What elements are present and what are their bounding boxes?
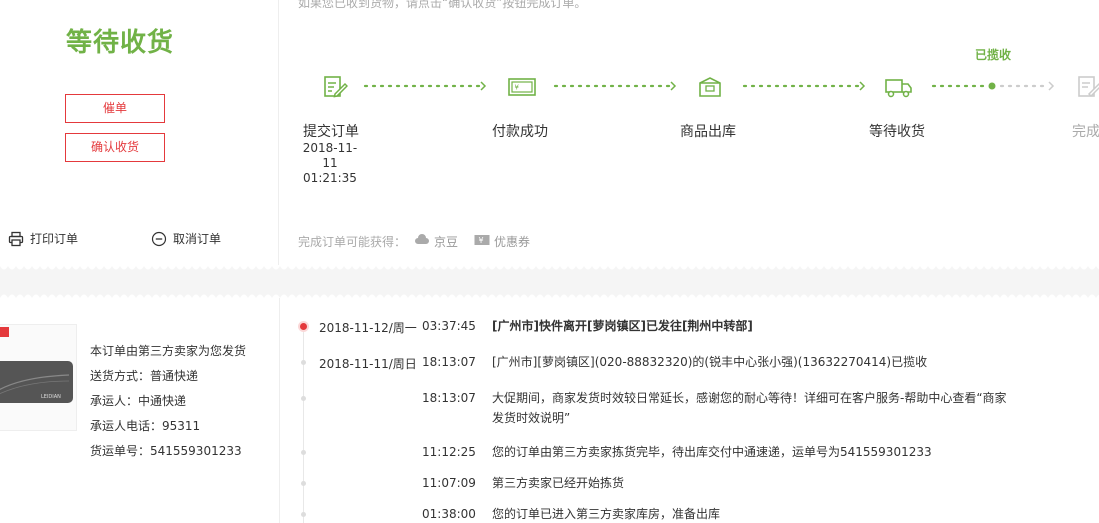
tracking-message: 您的订单由第三方卖家拣货完毕，待出库交付中通速递，运单号为54155930123… bbox=[492, 445, 932, 459]
shipping-method: 送货方式：普通快递 bbox=[90, 369, 199, 383]
progress-connector-2 bbox=[553, 79, 679, 93]
cloud-coin-icon bbox=[414, 234, 430, 249]
cancel-order-link[interactable]: 取消订单 bbox=[151, 230, 221, 247]
tracking-message: [广州市][萝岗镇区](020-88832320)的(锐丰中心张小强)(1363… bbox=[492, 355, 928, 369]
svg-text:¥: ¥ bbox=[515, 84, 520, 92]
delivery-truck-icon bbox=[884, 74, 914, 100]
tracking-time: 18:13:07 bbox=[422, 391, 476, 405]
shipping-info: 本订单由第三方卖家为您发货 送货方式：普通快递 承运人：中通快递 承运人电话：9… bbox=[90, 339, 246, 464]
collected-badge: 已揽收 bbox=[975, 48, 1012, 62]
benefit-row: 完成订单可能获得： 京豆 ¥ 优惠券 bbox=[298, 233, 530, 250]
package-box-icon bbox=[697, 74, 723, 100]
product-thumbnail[interactable]: LEIDIAN bbox=[0, 324, 77, 431]
order-status-section: 等待收货 催单 确认收货 打印订单 取消订单 如果您已收到货物，请点击“确认收货… bbox=[0, 0, 1099, 265]
shipping-carrier-phone: 承运人电话：95311 bbox=[90, 419, 201, 433]
tracking-message: 第三方卖家已经开始拣货 bbox=[492, 476, 625, 490]
benefit-prefix: 完成订单可能获得： bbox=[298, 235, 407, 249]
shipping-seller-note: 本订单由第三方卖家为您发货 bbox=[90, 344, 247, 358]
confirm-tip-text: 如果您已收到货物，请点击“确认收货”按钮完成订单。 bbox=[298, 0, 587, 10]
order-status-panel: 等待收货 催单 确认收货 打印订单 取消订单 bbox=[0, 0, 279, 265]
step-label-awaiting: 等待收货 bbox=[869, 124, 925, 140]
section-separator bbox=[279, 298, 280, 523]
shipping-carrier: 承运人：中通快递 bbox=[90, 394, 187, 408]
submit-date: 2018-11-11 bbox=[302, 141, 358, 170]
printer-icon bbox=[8, 231, 24, 247]
progress-connector-3 bbox=[742, 79, 868, 93]
submit-timestamp: 2018-11-11 01:21:35 bbox=[298, 141, 362, 186]
confirm-receipt-button[interactable]: 确认收货 bbox=[65, 133, 165, 162]
coupon-label: 优惠券 bbox=[494, 235, 531, 249]
tracking-time: 11:07:09 bbox=[422, 476, 476, 490]
coupon-benefit[interactable]: ¥ 优惠券 bbox=[474, 233, 530, 250]
step-label-paid: 付款成功 bbox=[492, 124, 548, 140]
step-label-done: 完成 bbox=[1072, 124, 1099, 140]
credit-card-icon: ¥ bbox=[508, 74, 536, 100]
tracking-date: 2018-11-11/周日 bbox=[319, 357, 417, 371]
print-order-link[interactable]: 打印订单 bbox=[8, 230, 78, 247]
print-order-label: 打印订单 bbox=[30, 232, 79, 246]
submit-time: 01:21:35 bbox=[303, 171, 357, 185]
progress-connector-1 bbox=[363, 79, 489, 93]
timeline-dot bbox=[301, 396, 306, 401]
jingdou-label: 京豆 bbox=[434, 235, 459, 249]
tracking-date: 2018-11-12/周一 bbox=[319, 321, 417, 335]
done-document-icon bbox=[1076, 74, 1099, 100]
cancel-order-label: 取消订单 bbox=[173, 232, 222, 246]
minus-circle-icon bbox=[151, 231, 167, 247]
timeline-line bbox=[303, 326, 304, 523]
timeline-dot bbox=[301, 450, 306, 455]
tracking-message: [广州市]快件离开[萝岗镇区]已发往[荆州中转部] bbox=[492, 319, 753, 333]
tracking-time: 03:37:45 bbox=[422, 319, 476, 333]
product-brand-text: LEIDIAN bbox=[41, 394, 61, 400]
coupon-icon: ¥ bbox=[474, 234, 490, 249]
shipping-waybill-number: 货运单号：541559301233 bbox=[90, 444, 242, 458]
jingdou-benefit[interactable]: 京豆 bbox=[414, 233, 458, 250]
timeline-dot bbox=[301, 481, 306, 486]
urge-order-button[interactable]: 催单 bbox=[65, 94, 165, 123]
svg-text:¥: ¥ bbox=[479, 236, 484, 245]
progress-connector-4 bbox=[931, 79, 1057, 93]
step-label-submit: 提交订单 bbox=[303, 124, 359, 140]
tracking-time: 18:13:07 bbox=[422, 355, 476, 369]
timeline-dot bbox=[301, 360, 306, 365]
order-status-title: 等待收货 bbox=[66, 28, 175, 58]
tracking-message: 您的订单已进入第三方卖家库房，准备出库 bbox=[492, 507, 721, 521]
step-label-shipped: 商品出库 bbox=[680, 124, 736, 140]
timeline-dot-current bbox=[300, 323, 307, 330]
section-divider bbox=[0, 266, 1099, 298]
timeline-dot bbox=[301, 512, 306, 517]
tracking-time: 01:38:00 bbox=[422, 507, 476, 521]
tracking-time: 11:12:25 bbox=[422, 445, 476, 459]
tracking-message: 大促期间，商家发货时效较日常延长，感谢您的耐心等待！详细可在客户服务-帮助中心查… bbox=[492, 391, 1007, 425]
edit-document-icon bbox=[322, 74, 349, 100]
